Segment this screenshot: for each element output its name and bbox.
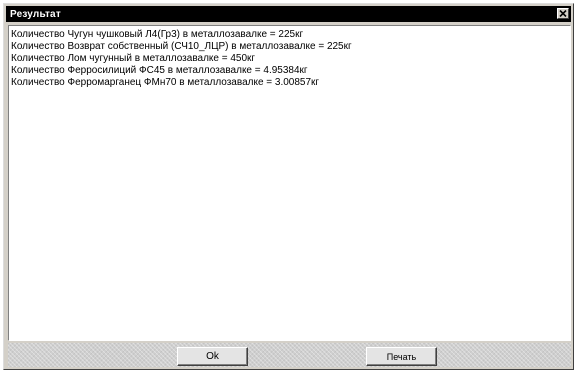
result-line: Количество Ферромарганец ФМн70 в металло… [11,77,320,88]
close-button[interactable] [557,8,569,19]
close-icon [559,10,567,17]
result-line: Количество Лом чугунный в металлозавалке… [11,53,256,64]
button-bar: Ok Печать [8,343,571,367]
ok-button[interactable]: Ok [177,347,248,366]
print-button[interactable]: Печать [366,347,437,366]
result-line: Количество Возврат собственный (СЧ10_ЛЦР… [11,41,352,52]
title-bar[interactable]: Результат [6,6,571,22]
result-dialog: Результат Количество Чугун чушковый Л4(Г… [3,3,574,370]
window-title: Результат [10,8,61,20]
result-line: Количество Чугун чушковый Л4(Гр3) в мета… [11,29,304,40]
result-text-area[interactable]: Количество Чугун чушковый Л4(Гр3) в мета… [8,25,571,341]
result-line: Количество Ферросилиций ФС45 в металлоза… [11,65,308,76]
